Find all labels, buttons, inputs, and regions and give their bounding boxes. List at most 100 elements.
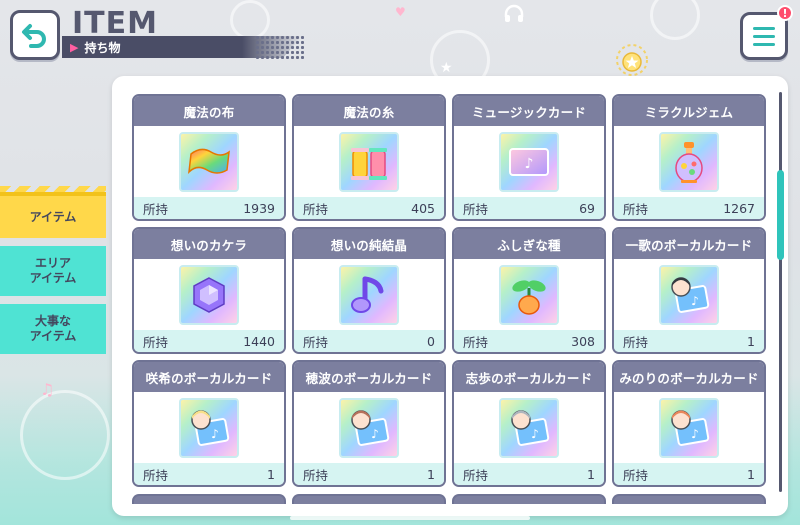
magic-cloth-icon (179, 131, 239, 192)
item-count: 405 (411, 200, 435, 216)
scrollbar-track[interactable] (779, 92, 782, 492)
hamburger-menu-icon-line (753, 34, 775, 38)
item-footer: 所持 1440 (134, 330, 284, 352)
item-card[interactable]: 魔法の布 所持 1939 (132, 94, 286, 221)
item-name: ふしぎな種 (454, 229, 604, 259)
item-count: 1 (267, 466, 275, 482)
owned-label: 所持 (143, 467, 169, 483)
item-name: 咲希のボーカルカード (134, 362, 284, 392)
item-footer: 所持 1267 (614, 197, 764, 219)
notification-badge: ! (777, 5, 793, 21)
item-card[interactable]: 穂波のボーカルカード ♪ 所持 1 (292, 360, 446, 487)
item-icon-area: ♪ (614, 259, 764, 330)
item-count: 69 (579, 200, 595, 216)
item-card-partial[interactable] (132, 494, 286, 504)
item-footer: 所持 0 (294, 330, 444, 352)
item-card[interactable]: ふしぎな種 所持 308 (452, 227, 606, 354)
item-card-partial[interactable] (612, 494, 766, 504)
item-footer: 所持 1939 (134, 197, 284, 219)
item-card[interactable]: 魔法の糸 所持 405 (292, 94, 446, 221)
vocal-card-honami-icon: ♪ (339, 397, 399, 458)
miracle-gem-bottle-icon (659, 131, 719, 192)
item-count: 308 (571, 333, 595, 349)
item-card[interactable]: 一歌のボーカルカード ♪ 所持 1 (612, 227, 766, 354)
hamburger-menu-icon (753, 26, 775, 30)
tab-important-items[interactable]: 大事な アイテム (0, 304, 106, 354)
svg-text:♪: ♪ (211, 427, 219, 441)
item-card[interactable]: ミュージックカード ♪ 所持 69 (452, 94, 606, 221)
tab-items[interactable]: アイテム (0, 186, 106, 238)
item-footer: 所持 1 (294, 463, 444, 485)
owned-label: 所持 (623, 334, 649, 350)
item-name: 想いの純結晶 (294, 229, 444, 259)
item-name: 想いのカケラ (134, 229, 284, 259)
item-grid: 魔法の布 所持 1939 魔法の糸 所持 405 ミュージックカード ♪ 所持 … (132, 94, 766, 487)
item-card-partial[interactable] (292, 494, 446, 504)
item-card[interactable]: みのりのボーカルカード ♪ 所持 1 (612, 360, 766, 487)
item-count: 1 (747, 333, 755, 349)
thread-spools-icon (339, 131, 399, 192)
vocal-card-ichika-icon: ♪ (659, 264, 719, 325)
item-icon-area: ♪ (454, 392, 604, 463)
item-card[interactable]: 想いのカケラ 所持 1440 (132, 227, 286, 354)
headphones-icon (503, 4, 525, 24)
vocal-card-minori-icon: ♪ (659, 397, 719, 458)
item-name: 魔法の糸 (294, 96, 444, 126)
item-count: 1 (747, 466, 755, 482)
svg-text:♪: ♪ (371, 427, 379, 441)
item-icon-area (294, 259, 444, 330)
item-icon-area (134, 126, 284, 197)
owned-label: 所持 (143, 334, 169, 350)
owned-label: 所持 (303, 201, 329, 217)
star-icon: ★ (440, 60, 453, 76)
owned-label: 所持 (463, 334, 489, 350)
svg-text:♪: ♪ (525, 156, 534, 172)
item-icon-area: ♪ (614, 392, 764, 463)
item-icon-area: ♪ (134, 392, 284, 463)
dot-pattern-decoration (255, 35, 305, 59)
item-name: 志歩のボーカルカード (454, 362, 604, 392)
triangle-icon: ▶ (70, 40, 79, 54)
background-ring-decoration (650, 0, 700, 40)
heart-icon: ♥ (395, 5, 406, 19)
hamburger-menu-icon-line (753, 42, 775, 46)
item-icon-area (614, 126, 764, 197)
tab-items-label: アイテム (29, 209, 77, 224)
owned-label: 所持 (303, 467, 329, 483)
item-card-partial[interactable] (452, 494, 606, 504)
item-footer: 所持 405 (294, 197, 444, 219)
item-icon-area (454, 259, 604, 330)
item-icon-area: ♪ (454, 126, 604, 197)
item-count: 1 (587, 466, 595, 482)
owned-label: 所持 (463, 467, 489, 483)
item-icon-area (134, 259, 284, 330)
item-name: 一歌のボーカルカード (614, 229, 764, 259)
background-ring-decoration (230, 0, 270, 40)
item-card[interactable]: 志歩のボーカルカード ♪ 所持 1 (452, 360, 606, 487)
next-row-partial (132, 494, 766, 504)
page-subtitle: 持ち物 (84, 40, 121, 55)
item-name: みのりのボーカルカード (614, 362, 764, 392)
item-footer: 所持 1 (614, 330, 764, 352)
back-button[interactable] (10, 10, 60, 60)
svg-text:♪: ♪ (691, 294, 699, 308)
item-icon-area: ♪ (294, 392, 444, 463)
owned-label: 所持 (303, 334, 329, 350)
item-name: ミュージックカード (454, 96, 604, 126)
svg-text:♪: ♪ (691, 427, 699, 441)
item-footer: 所持 69 (454, 197, 604, 219)
music-card-icon: ♪ (499, 131, 559, 192)
rank-star-badge-icon (612, 40, 652, 80)
music-note-icon: ♫ (40, 380, 55, 399)
vocal-card-shiho-icon: ♪ (499, 397, 559, 458)
item-name: 魔法の布 (134, 96, 284, 126)
item-name: 穂波のボーカルカード (294, 362, 444, 392)
scrollbar-thumb[interactable] (777, 170, 784, 260)
item-card[interactable]: ミラクルジェム 所持 1267 (612, 94, 766, 221)
item-card[interactable]: 想いの純結晶 所持 0 (292, 227, 446, 354)
tab-area-items[interactable]: エリア アイテム (0, 246, 106, 296)
page-title: ITEM (72, 6, 158, 41)
item-footer: 所持 1 (454, 463, 604, 485)
tab-important-items-label: 大事な アイテム (29, 314, 77, 343)
item-card[interactable]: 咲希のボーカルカード ♪ 所持 1 (132, 360, 286, 487)
